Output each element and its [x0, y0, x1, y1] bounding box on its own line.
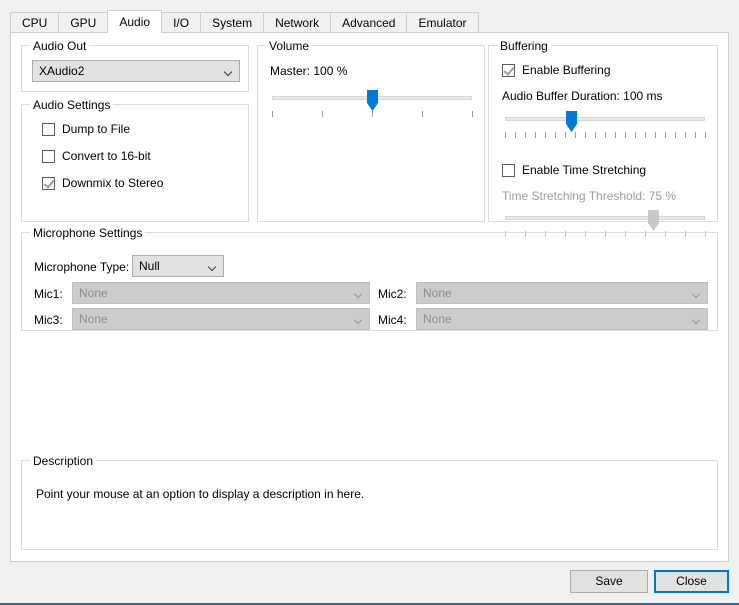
downmix-stereo-checkbox[interactable] — [42, 176, 55, 190]
mic3-select[interactable]: None — [72, 308, 370, 330]
mic2-value: None — [423, 286, 452, 300]
time-stretch-threshold-label: Time Stretching Threshold: 75 % — [502, 189, 677, 203]
chevron-down-icon — [693, 291, 700, 295]
volume-group-title: Volume — [266, 39, 313, 53]
volume-group: Volume Master: 100 % — [257, 39, 485, 222]
tab-emulator[interactable]: Emulator — [406, 12, 479, 33]
dump-to-file-checkbox-row[interactable]: Dump to File — [42, 122, 130, 136]
audio-backend-value: XAudio2 — [39, 64, 85, 78]
tab-audio[interactable]: Audio — [107, 10, 163, 33]
tab-bar: CPU GPU Audio I/O System Network Advance… — [10, 10, 729, 33]
description-group: Description Point your mouse at an optio… — [21, 454, 718, 550]
mic1-value: None — [79, 286, 108, 300]
close-button[interactable]: Close — [654, 570, 729, 593]
buffer-duration-track[interactable] — [505, 117, 705, 121]
dump-to-file-checkbox[interactable] — [42, 122, 55, 136]
buffering-group: Buffering Enable Buffering Audio Buffer … — [488, 39, 718, 237]
chevron-down-icon — [355, 317, 362, 321]
save-button[interactable]: Save — [570, 570, 648, 593]
mic3-value: None — [79, 312, 108, 326]
convert-16bit-checkbox[interactable] — [42, 149, 55, 163]
time-stretch-thumb[interactable] — [648, 210, 659, 231]
microphone-type-value: Null — [139, 259, 160, 273]
tab-gpu[interactable]: GPU — [58, 12, 109, 33]
chevron-down-icon — [209, 264, 216, 268]
tab-cpu[interactable]: CPU — [10, 12, 60, 33]
description-text: Point your mouse at an option to display… — [36, 487, 365, 501]
buffer-duration-slider[interactable] — [505, 111, 706, 139]
enable-buffering-checkbox-row[interactable]: Enable Buffering — [502, 63, 611, 77]
mic4-label: Mic4: — [378, 313, 407, 327]
downmix-stereo-label: Downmix to Stereo — [62, 176, 164, 190]
downmix-stereo-checkbox-row[interactable]: Downmix to Stereo — [42, 176, 163, 190]
buffering-group-title: Buffering — [497, 39, 551, 53]
audio-out-group-title: Audio Out — [30, 39, 90, 53]
master-volume-ticks — [272, 111, 473, 118]
audio-settings-group-title: Audio Settings — [30, 98, 114, 112]
enable-buffering-checkbox[interactable] — [502, 63, 515, 77]
master-volume-thumb[interactable] — [367, 90, 378, 111]
enable-buffering-label: Enable Buffering — [522, 63, 611, 77]
microphone-settings-group: Microphone Settings Microphone Type: Nul… — [21, 226, 718, 331]
chevron-down-icon — [355, 291, 362, 295]
tab-io[interactable]: I/O — [161, 12, 202, 33]
enable-time-stretching-checkbox[interactable] — [502, 163, 515, 177]
tab-system[interactable]: System — [200, 12, 265, 33]
audio-out-group: Audio Out XAudio2 — [21, 39, 249, 92]
description-group-title: Description — [30, 454, 97, 468]
chevron-down-icon — [693, 317, 700, 321]
tab-network[interactable]: Network — [263, 12, 332, 33]
buffer-duration-thumb[interactable] — [566, 111, 577, 132]
audio-backend-select[interactable]: XAudio2 — [32, 60, 240, 82]
microphone-type-select[interactable]: Null — [132, 255, 224, 277]
convert-16bit-checkbox-row[interactable]: Convert to 16-bit — [42, 149, 151, 163]
dump-to-file-label: Dump to File — [62, 122, 131, 136]
master-volume-label: Master: 100 % — [270, 64, 348, 78]
mic2-select[interactable]: None — [416, 282, 708, 304]
convert-16bit-label: Convert to 16-bit — [62, 149, 151, 163]
time-stretch-track[interactable] — [505, 216, 705, 220]
mic1-select[interactable]: None — [72, 282, 370, 304]
chevron-down-icon — [225, 69, 232, 73]
mic4-value: None — [423, 312, 452, 326]
buffer-duration-ticks — [505, 132, 706, 139]
audio-settings-group: Audio Settings Dump to File Convert to 1… — [21, 98, 249, 222]
microphone-type-label: Microphone Type: — [34, 260, 130, 274]
microphone-settings-group-title: Microphone Settings — [30, 226, 146, 240]
mic1-label: Mic1: — [34, 287, 63, 301]
mic2-label: Mic2: — [378, 287, 407, 301]
enable-time-stretching-label: Enable Time Stretching — [522, 163, 647, 177]
tab-advanced[interactable]: Advanced — [330, 12, 408, 33]
master-volume-slider[interactable] — [272, 90, 473, 118]
enable-time-stretching-checkbox-row[interactable]: Enable Time Stretching — [502, 163, 646, 177]
buffer-duration-label: Audio Buffer Duration: 100 ms — [502, 89, 663, 103]
mic3-label: Mic3: — [34, 313, 63, 327]
mic4-select[interactable]: None — [416, 308, 708, 330]
audio-tab-page: Audio Out XAudio2 Audio Settings Dump to… — [10, 32, 729, 562]
